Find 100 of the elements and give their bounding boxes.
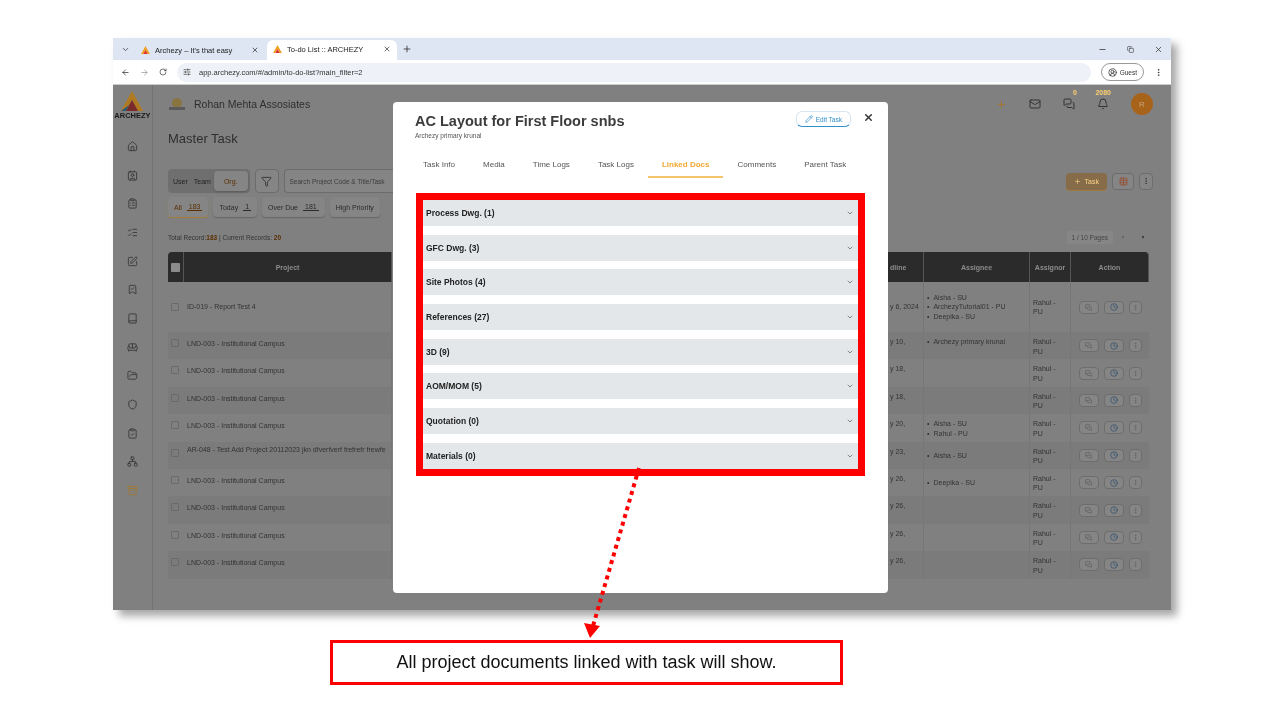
clock-icon: [1109, 396, 1118, 405]
chevron-icon: [846, 209, 854, 217]
chat-icon: [1085, 506, 1092, 514]
accordion-section[interactable]: Quotation (0): [423, 408, 858, 435]
time-log-button[interactable]: [1103, 339, 1124, 353]
more-button[interactable]: [1128, 476, 1142, 490]
comments-button[interactable]: [1078, 366, 1099, 380]
filter-icon: [261, 175, 273, 187]
table-icon: [1118, 176, 1128, 186]
clock-icon: [1109, 506, 1118, 515]
home-icon: [127, 140, 138, 152]
plus-icon: [996, 98, 1007, 110]
dot-icon: [1141, 235, 1145, 239]
time-log-button[interactable]: [1103, 393, 1124, 407]
more-button[interactable]: [1128, 558, 1142, 572]
checklist-icon: [127, 226, 138, 238]
clipboard-icon: [127, 198, 138, 210]
time-log-button[interactable]: [1103, 476, 1124, 490]
clock-icon: [1109, 451, 1118, 460]
accordion-section[interactable]: GFC Dwg. (3): [423, 234, 858, 261]
checkbox[interactable]: [171, 262, 180, 272]
close-icon: [383, 45, 391, 53]
chat-icon: [1085, 561, 1092, 569]
reload-button[interactable]: [159, 68, 167, 76]
table-view-button[interactable]: [1112, 172, 1134, 190]
comments-button[interactable]: [1078, 393, 1099, 407]
time-log-button[interactable]: [1103, 300, 1124, 314]
more-button[interactable]: [1128, 366, 1142, 380]
chat-icon: [1085, 342, 1092, 350]
chat-icon: [1085, 396, 1092, 404]
more-button[interactable]: [1128, 300, 1142, 314]
mail-button[interactable]: [1029, 98, 1041, 110]
more-button[interactable]: [1139, 172, 1153, 190]
time-log-button[interactable]: [1103, 530, 1124, 544]
logo-icon: [273, 45, 282, 53]
more-button[interactable]: [1128, 421, 1142, 435]
forward-icon: [140, 67, 149, 77]
bookmark-icon: [127, 284, 138, 296]
close-icon: [251, 46, 259, 54]
accordion-section[interactable]: 3D (9): [423, 338, 858, 365]
dialog-tab[interactable]: Task Info: [415, 153, 469, 178]
more-button[interactable]: [1128, 448, 1142, 462]
shield-icon: [127, 399, 138, 411]
accordion-section[interactable]: AOM/MOM (5): [423, 373, 858, 400]
comments-button[interactable]: [1078, 421, 1099, 435]
callout-text: All project documents linked with task will show.: [330, 640, 843, 685]
menu-button[interactable]: [1154, 67, 1163, 77]
plus-icon: [402, 44, 412, 54]
restore-icon: [1126, 45, 1134, 53]
close-icon: [1153, 44, 1163, 54]
more-icon: [1142, 177, 1150, 185]
accordion-section[interactable]: Materials (0): [423, 442, 858, 469]
dialog-tab[interactable]: Task Logs: [583, 153, 648, 178]
clipboard-check-icon: [127, 427, 138, 439]
comments-button[interactable]: [1078, 339, 1099, 353]
time-log-button[interactable]: [1103, 421, 1124, 435]
dialog-tab[interactable]: Comments: [723, 153, 791, 178]
more-button[interactable]: [1128, 503, 1142, 517]
back-icon: [121, 67, 130, 77]
logo-icon: [141, 46, 150, 54]
bell-icon: [1097, 98, 1109, 110]
plus-icon: [1073, 177, 1081, 185]
time-log-button[interactable]: [1103, 366, 1124, 380]
accordion-section[interactable]: Process Dwg. (1): [423, 200, 858, 226]
edit-icon: [127, 255, 138, 267]
close-icon: [863, 112, 874, 123]
pencil-icon: [804, 115, 813, 123]
dialog-tab[interactable]: Media: [469, 153, 519, 178]
reload-icon: [159, 68, 167, 76]
more-button[interactable]: [1128, 393, 1142, 407]
forward-button[interactable]: [140, 67, 149, 77]
time-log-button[interactable]: [1103, 558, 1124, 572]
chat-icon: [1085, 303, 1092, 311]
comments-button[interactable]: [1078, 530, 1099, 544]
dialog-title: AC Layout for First Floor snbs: [415, 113, 626, 129]
folder-icon: [127, 370, 138, 382]
comments-button[interactable]: [1078, 476, 1099, 490]
back-button[interactable]: [121, 67, 130, 77]
more-button[interactable]: [1128, 530, 1142, 544]
logo-icon: [121, 91, 144, 111]
time-log-button[interactable]: [1103, 448, 1124, 462]
comments-button[interactable]: [1078, 503, 1099, 517]
dialog-tab[interactable]: Parent Task: [790, 153, 861, 178]
clock-icon: [1109, 560, 1118, 569]
archive-icon: [127, 485, 138, 497]
comments-button[interactable]: [1078, 300, 1099, 314]
clock-icon: [1109, 478, 1118, 487]
accordion-section[interactable]: References (27): [423, 304, 858, 331]
add-button[interactable]: [996, 98, 1007, 110]
clock-icon: [1109, 369, 1118, 378]
more-button[interactable]: [1128, 339, 1142, 353]
filter-button[interactable]: [254, 169, 279, 193]
network-icon: [127, 456, 138, 468]
close-button[interactable]: [863, 112, 874, 123]
comments-button[interactable]: [1078, 448, 1099, 462]
book-icon: [127, 312, 138, 324]
dialog-tab[interactable]: Time Logs: [518, 153, 584, 178]
time-log-button[interactable]: [1103, 503, 1124, 517]
comments-button[interactable]: [1078, 558, 1099, 572]
accordion-section[interactable]: Site Photos (4): [423, 269, 858, 296]
